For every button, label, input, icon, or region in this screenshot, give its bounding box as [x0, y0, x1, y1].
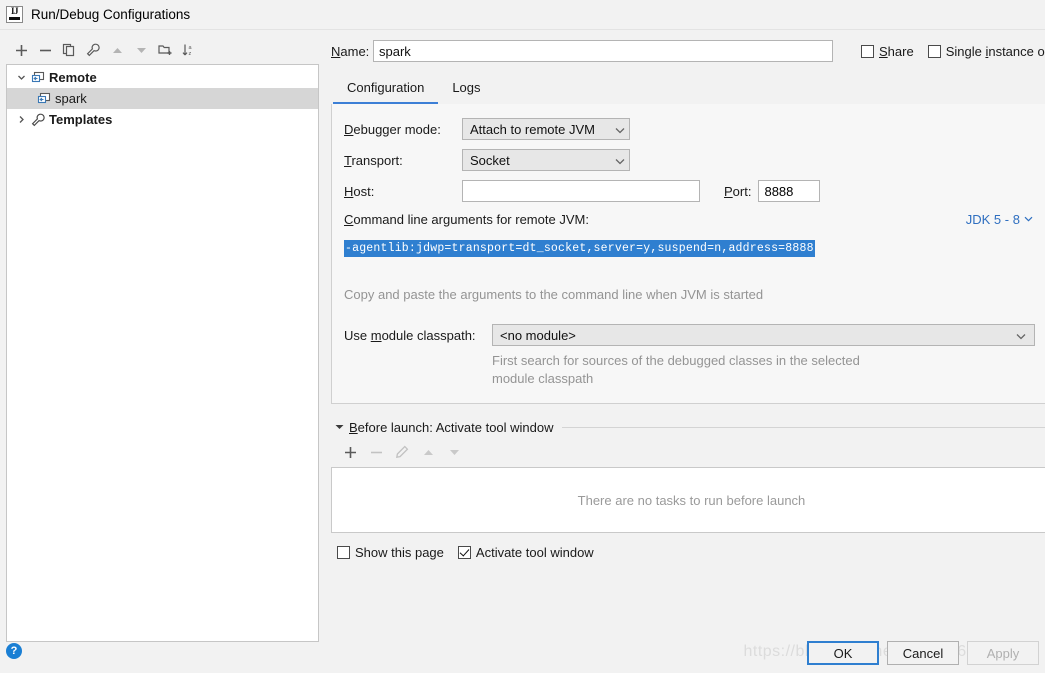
chevron-down-icon	[1024, 214, 1033, 225]
port-label: Port:	[724, 183, 752, 199]
host-input[interactable]	[462, 180, 700, 202]
configurations-toolbar: a z	[6, 36, 319, 64]
name-label: Name:	[331, 43, 370, 59]
tree-item-label: Remote	[49, 70, 97, 85]
move-down-button[interactable]	[130, 39, 152, 61]
chevron-down-icon	[615, 122, 625, 137]
show-this-page-label: Show this page	[355, 545, 444, 560]
sort-alphabetically-button[interactable]: a z	[178, 39, 200, 61]
checkbox-box[interactable]	[861, 44, 874, 58]
module-classpath-label: Use module classpath:	[344, 327, 476, 343]
edit-templates-button[interactable]	[82, 39, 104, 61]
svg-text:z: z	[189, 51, 192, 57]
remove-configuration-button[interactable]	[34, 39, 56, 61]
name-row: Name: Share Single instance on	[331, 38, 1045, 64]
tree-item-remote[interactable]: Remote	[7, 67, 318, 88]
command-line-arguments-field[interactable]: -agentlib:jdwp=transport=dt_socket,serve…	[344, 231, 1035, 265]
remove-task-button[interactable]	[365, 441, 387, 463]
debugger-mode-select[interactable]: Attach to remote JVM	[462, 118, 630, 140]
configurations-pane: a z Remote spark Templates	[0, 30, 325, 642]
jdk-version-link[interactable]: JDK 5 - 8	[966, 212, 1035, 227]
command-line-header: Command line arguments for remote JVM: J…	[344, 212, 1035, 227]
activate-tool-window-label: Activate tool window	[475, 545, 594, 560]
tree-item-label: Templates	[49, 112, 113, 127]
host-label: Host:	[344, 183, 375, 199]
module-classpath-value: <no module>	[500, 327, 576, 343]
section-divider	[561, 427, 1045, 428]
share-label: Share	[879, 43, 914, 59]
transport-label: Transport:	[344, 152, 403, 168]
module-classpath-row: Use module classpath: <no module>	[344, 324, 1035, 346]
command-line-arguments-value: -agentlib:jdwp=transport=dt_socket,serve…	[344, 239, 815, 257]
collapse-triangle-icon[interactable]	[335, 423, 349, 432]
window-title-bar: Run/Debug Configurations	[0, 0, 1045, 30]
editor-tabs: Configuration Logs	[331, 74, 1045, 104]
add-configuration-button[interactable]	[10, 39, 32, 61]
checkbox-box[interactable]	[337, 546, 350, 559]
move-task-down-button[interactable]	[443, 441, 465, 463]
remote-debug-icon	[35, 92, 53, 106]
before-launch-title: Before launch: Activate tool window	[349, 420, 554, 435]
module-classpath-hint-line2: module classpath	[492, 371, 594, 386]
checkbox-box[interactable]	[927, 44, 941, 58]
jdk-version-label: JDK 5 - 8	[965, 212, 1020, 227]
chevron-down-icon[interactable]	[13, 73, 29, 82]
command-line-hint: Copy and paste the arguments to the comm…	[344, 287, 764, 302]
before-launch-empty-text: There are no tasks to run before launch	[577, 492, 806, 508]
transport-select[interactable]: Socket	[462, 149, 630, 171]
before-launch-task-list[interactable]: There are no tasks to run before launch	[331, 467, 1045, 533]
dialog-buttons: OK Cancel Apply	[807, 641, 1039, 665]
configuration-form-panel: Debugger mode: Attach to remote JVM Tran…	[331, 104, 1045, 404]
dialog-footer: https://blog.csdn.net/sinat_26781639 ? O…	[0, 641, 1045, 673]
tree-item-spark[interactable]: spark	[7, 88, 318, 109]
copy-configuration-button[interactable]	[58, 39, 80, 61]
tree-item-label: spark	[55, 91, 87, 106]
cancel-button[interactable]: Cancel	[887, 641, 959, 665]
tab-logs[interactable]: Logs	[438, 74, 494, 104]
move-task-up-button[interactable]	[417, 441, 439, 463]
module-classpath-hint: First search for sources of the debugged…	[492, 352, 1035, 388]
single-instance-checkbox[interactable]: Single instance on	[927, 43, 1045, 59]
before-launch-options: Show this page Activate tool window	[331, 545, 1045, 560]
port-input[interactable]	[758, 180, 821, 202]
transport-value: Socket	[470, 152, 510, 168]
chevron-down-icon	[1016, 328, 1026, 343]
show-this-page-checkbox[interactable]: Show this page	[337, 545, 444, 560]
name-input[interactable]	[373, 40, 833, 62]
chevron-down-icon	[615, 153, 625, 168]
debugger-mode-label: Debugger mode:	[344, 121, 441, 137]
edit-task-button[interactable]	[391, 441, 413, 463]
checkbox-box[interactable]	[457, 546, 471, 559]
intellij-idea-logo-icon	[6, 6, 23, 23]
configuration-editor-pane: Name: Share Single instance on Configura…	[325, 30, 1045, 641]
single-instance-label: Single instance on	[945, 43, 1045, 59]
before-launch-header[interactable]: Before launch: Activate tool window	[331, 420, 1045, 435]
debugger-mode-value: Attach to remote JVM	[470, 121, 595, 137]
remote-debug-icon	[29, 71, 47, 85]
transport-row: Transport: Socket	[344, 149, 1035, 171]
help-icon[interactable]: ?	[6, 643, 22, 659]
share-checkbox[interactable]: Share	[861, 44, 914, 59]
header-checkbox-group: Share Single instance on	[861, 44, 1045, 59]
command-line-label: Command line arguments for remote JVM:	[344, 212, 589, 227]
move-up-button[interactable]	[106, 39, 128, 61]
activate-tool-window-checkbox[interactable]: Activate tool window	[457, 545, 594, 560]
before-launch-toolbar	[331, 435, 1045, 467]
tree-item-templates[interactable]: Templates	[7, 109, 318, 130]
add-task-button[interactable]	[339, 441, 361, 463]
dialog-body: a z Remote spark Templates Name: spark S…	[0, 30, 1045, 642]
apply-button[interactable]: Apply	[967, 641, 1039, 665]
wrench-icon	[29, 113, 47, 127]
configurations-tree[interactable]: Remote spark Templates	[6, 64, 319, 642]
window-title: Run/Debug Configurations	[31, 7, 191, 22]
debugger-mode-row: Debugger mode: Attach to remote JVM	[344, 118, 1035, 140]
host-port-row: Host: Port:	[344, 180, 1035, 202]
tab-configuration[interactable]: Configuration	[333, 74, 439, 104]
module-classpath-hint-line1: First search for sources of the debugged…	[492, 353, 860, 368]
new-folder-button[interactable]	[154, 39, 176, 61]
chevron-right-icon[interactable]	[13, 115, 29, 124]
module-classpath-select[interactable]: <no module>	[492, 324, 1035, 346]
ok-button[interactable]: OK	[807, 641, 879, 665]
